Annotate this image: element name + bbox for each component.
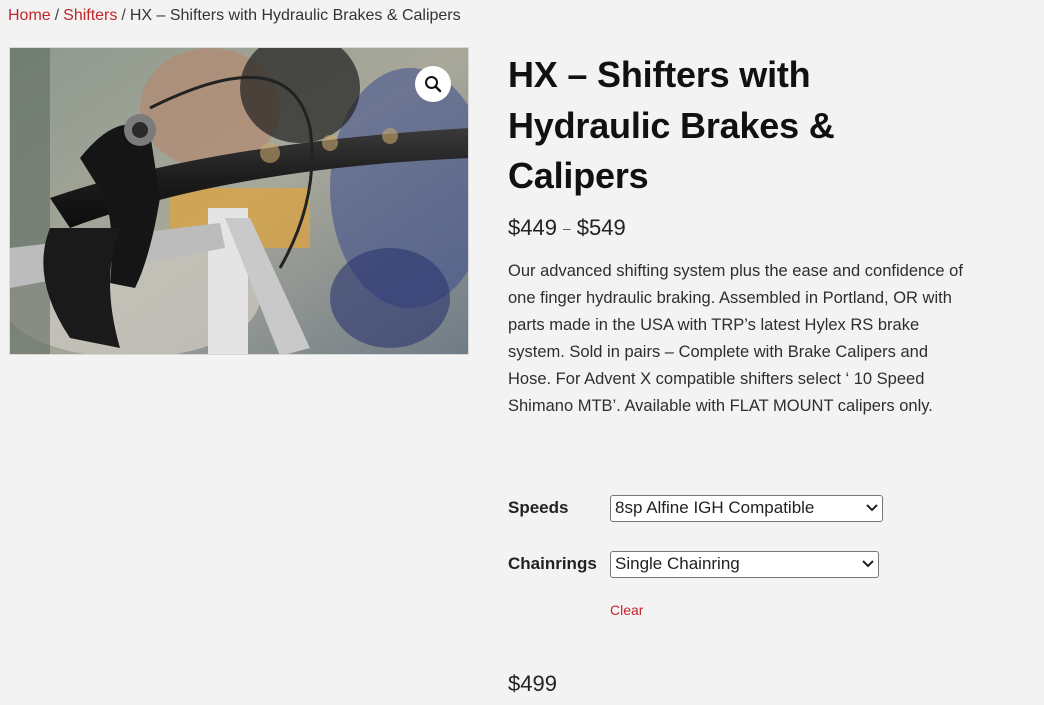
price-separator: –: [562, 219, 571, 236]
speeds-select[interactable]: 8sp Alfine IGH Compatible: [610, 494, 883, 522]
price-range: $449– $549: [508, 214, 978, 244]
price-min: $449: [508, 214, 557, 240]
selected-variation-price: $499: [508, 671, 557, 696]
breadcrumb-category-link[interactable]: Shifters: [63, 7, 117, 24]
clear-selection-link[interactable]: Clear: [610, 602, 643, 618]
breadcrumb-current: HX – Shifters with Hydraulic Brakes & Ca…: [129, 7, 461, 24]
chevron-down-icon: [862, 560, 874, 568]
chainrings-selected-value: Single Chainring: [615, 554, 740, 573]
speeds-row: Speeds 8sp Alfine IGH Compatible: [508, 494, 883, 522]
product-title: HX – Shifters with Hydraulic Brakes & Ca…: [508, 54, 835, 196]
product-image[interactable]: [9, 47, 469, 355]
chainrings-label: Chainrings: [508, 554, 597, 573]
product-description: Our advanced shifting system plus the ea…: [508, 261, 963, 415]
bike-handlebar-photo: [10, 48, 468, 354]
breadcrumb-separator: /: [121, 7, 126, 24]
variations-form: Speeds 8sp Alfine IGH Compatible Chainri…: [508, 494, 883, 606]
speeds-label: Speeds: [508, 498, 569, 517]
product-summary: HX – Shifters with Hydraulic Brakes & Ca…: [508, 50, 978, 420]
magnifier-icon: [425, 76, 442, 93]
speeds-selected-value: 8sp Alfine IGH Compatible: [615, 498, 815, 517]
product-page: Home / Shifters / HX – Shifters with Hydraul…: [0, 0, 1044, 705]
chevron-down-icon: [866, 504, 878, 512]
zoom-button[interactable]: [415, 66, 451, 102]
chainrings-select[interactable]: Single Chainring: [610, 550, 879, 578]
breadcrumb-separator: /: [54, 7, 60, 24]
breadcrumb-home-link[interactable]: Home: [8, 7, 51, 24]
chainrings-row: Chainrings Single Chainring: [508, 550, 883, 578]
price-max: $549: [576, 214, 626, 240]
breadcrumb: Home / Shifters / HX – Shifters with Hydraul…: [8, 6, 461, 26]
